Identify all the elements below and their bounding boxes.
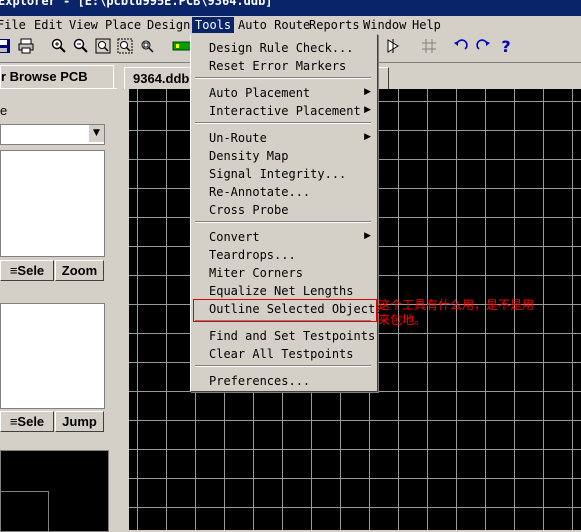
menu-separator (195, 122, 371, 124)
submenu-arrow-icon: ▶ (364, 87, 371, 97)
select-button-label: Sele (17, 263, 45, 278)
menu-item-density-map[interactable]: Density Map (209, 148, 288, 164)
zoom-fit-icon[interactable] (94, 38, 112, 56)
zoom-in-icon[interactable] (50, 38, 68, 56)
save-icon[interactable] (0, 38, 12, 56)
cross-probe-icon[interactable] (384, 38, 402, 56)
component-icon[interactable] (172, 38, 192, 56)
menu-tools[interactable]: Tools (192, 17, 235, 33)
menu-design[interactable]: Design (144, 17, 193, 33)
zoom-select-icon[interactable] (116, 38, 134, 56)
jump-button[interactable]: Jump (55, 411, 104, 432)
menu-item-teardrops[interactable]: Teardrops... (209, 247, 296, 263)
annotation-line-1: 这个工具有什么用，是不是用 (378, 298, 535, 312)
mini-viewer[interactable] (0, 450, 109, 532)
mini-viewer-frame (0, 491, 49, 532)
menu-separator (195, 221, 371, 223)
submenu-arrow-icon: ▶ (364, 105, 371, 115)
tools-menu: Design Rule Check... Reset Error Markers… (190, 34, 382, 392)
menu-window[interactable]: Window (360, 17, 409, 33)
redo-icon[interactable] (474, 38, 492, 56)
annotation-note: 这个工具有什么用，是不是用 来包地。 (378, 298, 578, 328)
menu-item-reset-error-markers[interactable]: Reset Error Markers (209, 58, 346, 74)
menu-item-cross-probe[interactable]: Cross Probe (209, 202, 288, 218)
browse-type-select[interactable]: ▼ (0, 124, 105, 145)
help-icon[interactable]: ? (497, 38, 515, 56)
menu-item-interactive-placement[interactable]: Interactive Placement (209, 103, 361, 119)
menu-auto-route[interactable]: Auto Route (235, 17, 313, 33)
menu-file[interactable]: File (0, 17, 29, 33)
menu-view[interactable]: View (66, 17, 101, 33)
menu-edit[interactable]: Edit (31, 17, 66, 33)
select-button-2-label: Sele (17, 414, 45, 429)
panel-divider (0, 88, 117, 89)
node-list[interactable] (0, 303, 105, 409)
select-button[interactable]: ≡Sele (0, 260, 54, 281)
browse-section-label: e (0, 103, 8, 118)
net-list[interactable] (0, 150, 105, 257)
select-button-2[interactable]: ≡Sele (0, 411, 54, 432)
menu-separator (195, 77, 371, 79)
submenu-arrow-icon: ▶ (364, 132, 371, 142)
print-icon[interactable] (17, 38, 35, 56)
menu-help[interactable]: Help (409, 17, 444, 33)
grid-icon[interactable] (420, 38, 438, 56)
window-title: Explorer - [E:\pcbtu995E.PCB\9364.ddb] (0, 0, 273, 8)
window-title-bar: Explorer - [E:\pcbtu995E.PCB\9364.ddb] (0, 0, 581, 16)
chevron-down-icon[interactable]: ▼ (88, 125, 104, 142)
menu-reports[interactable]: Reports (306, 17, 363, 33)
tab-browse-pcb[interactable]: r Browse PCB (0, 65, 114, 88)
zoom-out-icon[interactable] (72, 38, 90, 56)
highlight-box (193, 299, 377, 322)
menu-item-signal-integrity[interactable]: Signal Integrity... (209, 166, 346, 182)
menu-item-miter-corners[interactable]: Miter Corners (209, 265, 303, 281)
menu-item-auto-placement[interactable]: Auto Placement (209, 85, 310, 101)
menu-place[interactable]: Place (102, 17, 144, 33)
zoom-button[interactable]: Zoom (55, 260, 104, 281)
menu-item-preferences[interactable]: Preferences... (209, 373, 310, 389)
submenu-arrow-icon: ▶ (364, 231, 371, 241)
menu-item-design-rule-check[interactable]: Design Rule Check... (209, 40, 354, 56)
menu-item-equalize-net-lengths[interactable]: Equalize Net Lengths (209, 283, 354, 299)
menu-item-find-and-set-testpoints[interactable]: Find and Set Testpoints (209, 328, 375, 344)
annotation-line-2: 来包地。 (378, 313, 427, 327)
menu-item-re-annotate[interactable]: Re-Annotate... (209, 184, 310, 200)
menu-separator (195, 365, 371, 367)
undo-icon[interactable] (452, 38, 470, 56)
menu-item-un-route[interactable]: Un-Route (209, 130, 267, 146)
menu-item-convert[interactable]: Convert (209, 229, 260, 245)
menu-bar: File Edit View Place Design Tools Auto R… (0, 16, 581, 34)
zoom-area-icon[interactable] (138, 38, 156, 56)
menu-item-clear-all-testpoints[interactable]: Clear All Testpoints (209, 346, 354, 362)
canvas-left-frame (117, 89, 129, 530)
